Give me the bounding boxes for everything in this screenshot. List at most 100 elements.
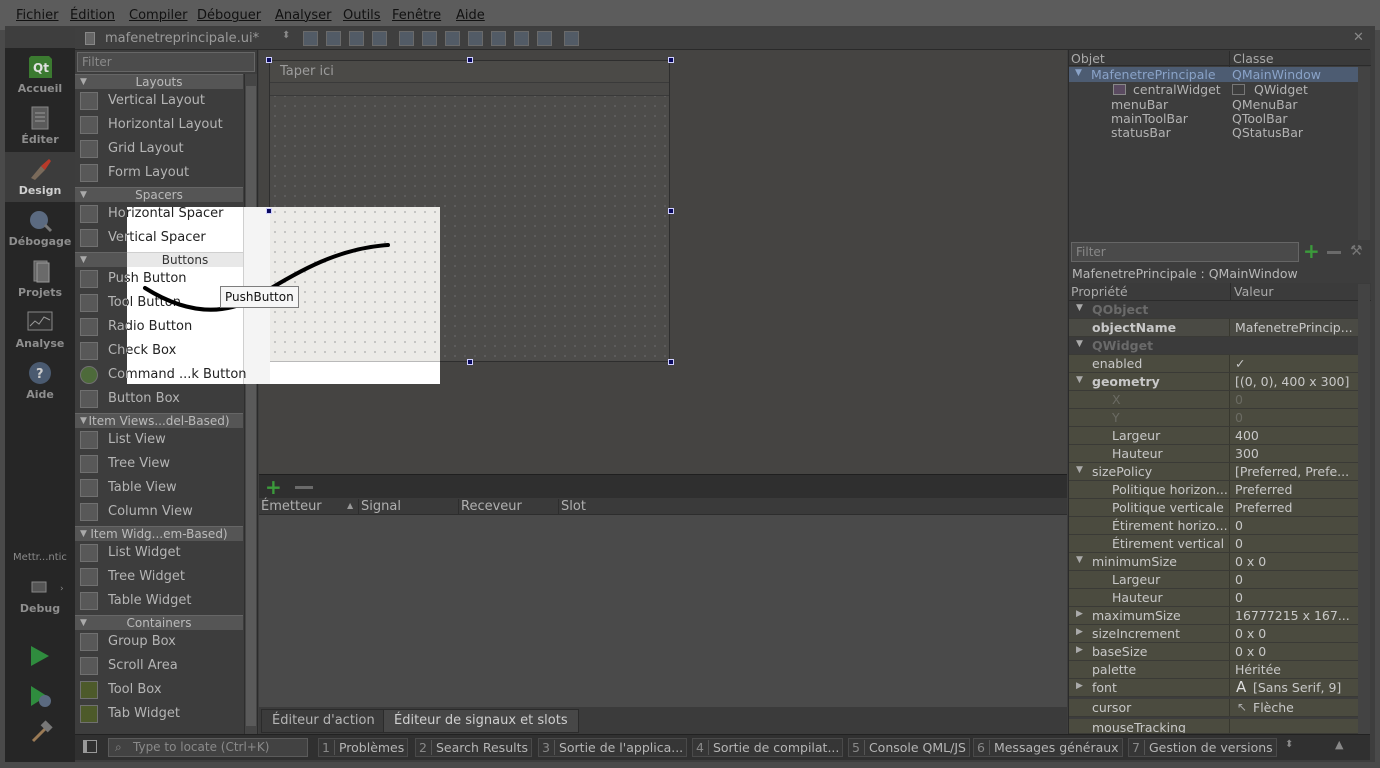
widget-list-widget[interactable]: List Widget bbox=[75, 541, 243, 565]
widget-grid-layout[interactable]: Grid Layout bbox=[75, 137, 243, 161]
resize-handle[interactable] bbox=[467, 359, 473, 365]
resize-handle[interactable] bbox=[266, 208, 272, 214]
widget-tree-widget[interactable]: Tree Widget bbox=[75, 565, 243, 589]
prop-minimumsize[interactable]: ▼ minimumSize 0 x 0 bbox=[1069, 553, 1358, 571]
menu-fichier[interactable]: Fichier bbox=[16, 8, 59, 23]
wrench-icon[interactable]: ⚒ bbox=[1350, 243, 1363, 259]
prop-sizepolicy[interactable]: ▼ sizePolicy [Preferred, Prefe... bbox=[1069, 463, 1358, 481]
build-hammer-icon[interactable] bbox=[29, 720, 53, 744]
prop-palette[interactable]: palette Héritée bbox=[1069, 661, 1358, 679]
prop-min-hauteur[interactable]: Hauteur 0 bbox=[1069, 589, 1358, 607]
property-editor-scrollbar[interactable] bbox=[1358, 284, 1370, 734]
open-file-selector[interactable]: mafenetreprincipale.ui* bbox=[105, 31, 259, 46]
pane-search-results[interactable]: 2 Search Results bbox=[415, 738, 533, 757]
widget-table-widget[interactable]: Table Widget bbox=[75, 589, 243, 613]
tree-item-centralwidget[interactable]: centralWidget QWidget bbox=[1069, 82, 1358, 97]
widget-horizontal-layout[interactable]: Horizontal Layout bbox=[75, 113, 243, 137]
prop-objectname[interactable]: objectName MafenetrePrincip... bbox=[1069, 319, 1358, 337]
form-menubar[interactable]: Taper ici bbox=[270, 61, 669, 83]
widget-check-box[interactable]: Check Box bbox=[127, 339, 243, 363]
edit-tab-order-icon[interactable] bbox=[372, 31, 387, 46]
remove-connection-icon[interactable] bbox=[295, 486, 313, 489]
category-spacers[interactable]: ▼ Spacers bbox=[75, 187, 243, 202]
widget-tool-box[interactable]: Tool Box bbox=[75, 678, 243, 702]
widget-tab-widget[interactable]: Tab Widget bbox=[75, 702, 243, 726]
category-item-views[interactable]: ▼ Item Views...del-Based) bbox=[75, 413, 243, 428]
resize-handle[interactable] bbox=[467, 57, 473, 63]
chevron-up-icon[interactable]: ▲ bbox=[1335, 738, 1343, 751]
signal-slot-table[interactable] bbox=[259, 515, 1067, 707]
updown-icon[interactable]: ⬍ bbox=[282, 30, 290, 41]
column-slot[interactable]: Slot bbox=[559, 499, 1067, 515]
prop-sizeincrement[interactable]: ▶ sizeIncrement 0 x 0 bbox=[1069, 625, 1358, 643]
form-toolbar[interactable] bbox=[270, 83, 669, 96]
tree-item-statusbar[interactable]: statusBar QStatusBar bbox=[1069, 125, 1358, 140]
widget-button-box[interactable]: Button Box bbox=[75, 387, 243, 411]
resize-handle[interactable] bbox=[668, 208, 674, 214]
tree-item-maintoolbar[interactable]: mainToolBar QToolBar bbox=[1069, 111, 1358, 126]
layout-grid-icon[interactable] bbox=[491, 31, 506, 46]
mode-projets[interactable]: Projets bbox=[5, 254, 75, 304]
column-receveur[interactable]: Receveur bbox=[459, 499, 559, 515]
category-item-widgets[interactable]: ▼ Item Widg...em-Based) bbox=[75, 526, 243, 541]
prop-stretch-vertical[interactable]: Étirement vertical 0 bbox=[1069, 535, 1358, 553]
prop-min-largeur[interactable]: Largeur 0 bbox=[1069, 571, 1358, 589]
widget-column-view[interactable]: Column View bbox=[75, 500, 243, 524]
prop-policy-horizontal[interactable]: Politique horizon... Preferred bbox=[1069, 481, 1358, 499]
widget-command-link-button[interactable]: Command ...k Button bbox=[127, 363, 247, 384]
widget-table-view[interactable]: Table View bbox=[75, 476, 243, 500]
pane-console-qml[interactable]: 5 Console QML/JS bbox=[848, 738, 970, 757]
column-emetteur[interactable]: Émetteur bbox=[259, 499, 359, 515]
edit-signals-icon[interactable] bbox=[326, 31, 341, 46]
layout-horizontal-icon[interactable] bbox=[399, 31, 414, 46]
layout-form-icon[interactable] bbox=[514, 31, 529, 46]
run-icon[interactable] bbox=[29, 644, 51, 668]
updown-icon[interactable]: ⬍ bbox=[1285, 739, 1293, 750]
pane-problemes[interactable]: 1 Problèmes bbox=[318, 738, 409, 757]
adjust-size-icon[interactable] bbox=[564, 31, 579, 46]
menu-outils[interactable]: Outils bbox=[343, 8, 381, 23]
mode-aide[interactable]: ? Aide bbox=[5, 356, 75, 406]
pane-sortie-application[interactable]: 3 Sortie de l'applica... bbox=[538, 738, 688, 757]
widget-filter-input[interactable]: Filter bbox=[77, 52, 255, 72]
tree-item-mainwindow[interactable]: ▼ MafenetrePrincipale QMainWindow bbox=[1069, 67, 1358, 82]
close-icon[interactable]: ✕ bbox=[1353, 30, 1364, 45]
property-filter-input[interactable]: Filter bbox=[1071, 242, 1299, 262]
menu-edition[interactable]: Édition bbox=[70, 8, 115, 23]
prop-geometry[interactable]: ▼ geometry [(0, 0), 400 x 300] bbox=[1069, 373, 1358, 391]
prop-policy-vertical[interactable]: Politique verticale Preferred bbox=[1069, 499, 1358, 517]
prop-geometry-hauteur[interactable]: Hauteur 300 bbox=[1069, 445, 1358, 463]
menu-analyser[interactable]: Analyser bbox=[275, 8, 332, 23]
add-connection-icon[interactable]: + bbox=[265, 475, 282, 499]
widget-group-box[interactable]: Group Box bbox=[75, 630, 243, 654]
widget-list-view[interactable]: List View bbox=[75, 428, 243, 452]
menu-compiler[interactable]: Compiler bbox=[129, 8, 188, 23]
mode-analyse[interactable]: Analyse bbox=[5, 305, 75, 355]
layout-vertical-icon[interactable] bbox=[422, 31, 437, 46]
group-qobject[interactable]: ▼ QObject bbox=[1069, 301, 1358, 319]
prop-stretch-horizontal[interactable]: Étirement horizo... 0 bbox=[1069, 517, 1358, 535]
tab-action-editor[interactable]: Éditeur d'action bbox=[261, 709, 386, 733]
break-layout-icon[interactable] bbox=[537, 31, 552, 46]
menu-fenetre[interactable]: Fenêtre bbox=[392, 8, 441, 23]
edit-widgets-icon[interactable] bbox=[303, 31, 318, 46]
column-classe[interactable]: Classe bbox=[1229, 51, 1274, 67]
prop-enabled[interactable]: enabled ✓ bbox=[1069, 355, 1358, 373]
widget-vertical-layout[interactable]: Vertical Layout bbox=[75, 89, 243, 113]
locator-input[interactable]: Type to locate (Ctrl+K) bbox=[108, 738, 308, 757]
prop-basesize[interactable]: ▶ baseSize 0 x 0 bbox=[1069, 643, 1358, 661]
mode-editer[interactable]: Éditer bbox=[5, 101, 75, 151]
pane-gestion-versions[interactable]: 7 Gestion de versions bbox=[1128, 738, 1277, 757]
add-property-icon[interactable]: + bbox=[1303, 241, 1320, 261]
column-propriete[interactable]: Propriété bbox=[1071, 284, 1128, 299]
widget-box-scrollbar[interactable] bbox=[244, 74, 257, 734]
category-containers[interactable]: ▼ Containers bbox=[75, 615, 243, 630]
menu-deboguer[interactable]: Déboguer bbox=[197, 8, 261, 23]
layout-splitter-v-icon[interactable] bbox=[468, 31, 483, 46]
group-qwidget[interactable]: ▼ QWidget bbox=[1069, 337, 1358, 355]
resize-handle[interactable] bbox=[668, 359, 674, 365]
column-objet[interactable]: Objet bbox=[1071, 51, 1105, 66]
remove-property-icon[interactable] bbox=[1327, 251, 1341, 254]
prop-cursor[interactable]: cursor ↖ Flèche bbox=[1069, 699, 1358, 717]
object-inspector-scrollbar[interactable] bbox=[1358, 67, 1370, 240]
